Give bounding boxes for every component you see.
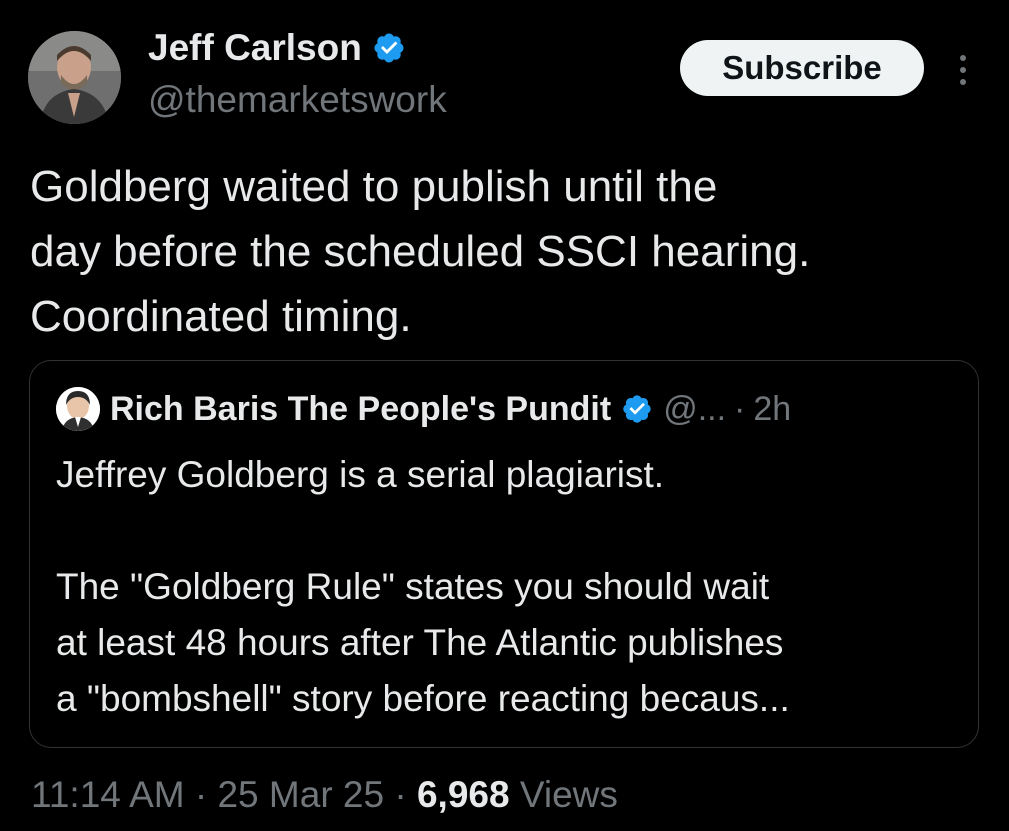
subscribe-button[interactable]: Subscribe — [680, 40, 924, 96]
quoted-author-name[interactable]: Rich Baris The People's Pundit — [110, 387, 611, 431]
tweet-text-line: Coordinated timing. — [30, 292, 412, 341]
author-handle[interactable]: @themarketswork — [148, 78, 447, 122]
quoted-tweet-time[interactable]: 2h — [753, 387, 791, 431]
tweet-time[interactable]: 11:14 AM — [31, 774, 185, 815]
author-name[interactable]: Jeff Carlson — [148, 26, 406, 70]
tweet-text-line: day before the scheduled SSCI hearing. — [30, 227, 811, 276]
more-vertical-icon — [960, 55, 966, 85]
quoted-tweet-text: Jeffrey Goldberg is a serial plagiarist.… — [56, 447, 966, 727]
quoted-tweet-card[interactable]: Rich Baris The People's Pundit @... · 2h… — [29, 360, 979, 748]
verified-badge-icon — [623, 395, 651, 423]
separator-dot: · — [734, 390, 746, 428]
more-options-button[interactable] — [950, 50, 976, 90]
quoted-avatar-photo — [56, 387, 100, 431]
author-name-text[interactable]: Jeff Carlson — [148, 26, 362, 70]
views-count[interactable]: 6,968 — [417, 774, 510, 815]
avatar-photo — [28, 31, 121, 124]
quoted-tweet-header: Rich Baris The People's Pundit @... · 2h — [56, 387, 791, 431]
tweet-text-line: Goldberg waited to publish until the — [30, 162, 718, 211]
tweet-date[interactable]: 25 Mar 25 — [217, 774, 384, 815]
tweet-meta: 11:14 AM · 25 Mar 25 · 6,968 Views — [31, 770, 618, 820]
verified-badge-icon[interactable] — [372, 31, 406, 65]
separator-dot: · — [194, 774, 208, 815]
tweet-text: Goldberg waited to publish until the day… — [30, 154, 990, 349]
quoted-text-line: at least 48 hours after The Atlantic pub… — [56, 622, 784, 663]
quoted-text-line: The "Goldberg Rule" states you should wa… — [56, 566, 770, 607]
separator-dot: · — [394, 774, 407, 815]
quoted-author-handle[interactable]: @... — [663, 387, 726, 431]
views-label: Views — [519, 774, 618, 815]
quoted-text-line: Jeffrey Goldberg is a serial plagiarist. — [56, 454, 665, 495]
quoted-text-line: a "bombshell" story before reacting beca… — [56, 678, 790, 719]
quoted-author-avatar[interactable] — [56, 387, 100, 431]
author-avatar[interactable] — [28, 31, 121, 124]
